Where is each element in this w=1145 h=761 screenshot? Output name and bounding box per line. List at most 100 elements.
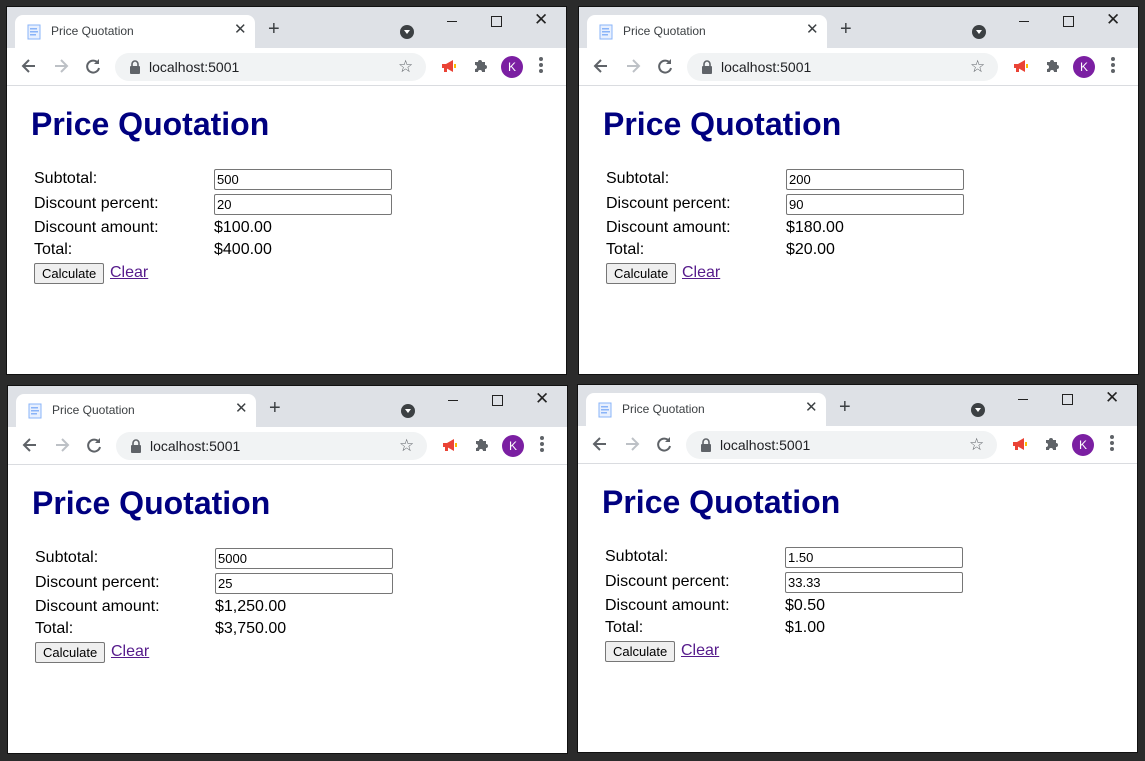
- page-favicon-icon: [598, 402, 612, 418]
- plus-icon[interactable]: +: [839, 397, 851, 417]
- subtotal-input[interactable]: [215, 548, 393, 569]
- total-value: $3,750.00: [215, 620, 287, 637]
- maximize-icon[interactable]: [492, 395, 503, 406]
- puzzle-icon[interactable]: [471, 56, 491, 76]
- star-icon[interactable]: ☆: [969, 435, 984, 455]
- subtotal-label: Subtotal:: [34, 170, 98, 187]
- url-text[interactable]: localhost:5001: [721, 59, 811, 75]
- star-icon[interactable]: ☆: [398, 57, 413, 77]
- tab-search-icon[interactable]: [400, 25, 414, 39]
- lock-icon[interactable]: [130, 439, 142, 453]
- browser-tab[interactable]: Price Quotation ✕: [16, 394, 256, 427]
- close-icon[interactable]: ✕: [806, 22, 819, 38]
- discount-percent-label: Discount percent:: [606, 195, 731, 212]
- forward-arrow-icon[interactable]: [622, 434, 642, 454]
- maximize-icon[interactable]: [1063, 16, 1074, 27]
- lock-icon[interactable]: [701, 60, 713, 74]
- star-icon[interactable]: ☆: [399, 436, 414, 456]
- tab-search-icon[interactable]: [972, 25, 986, 39]
- url-text[interactable]: localhost:5001: [149, 59, 239, 75]
- discount-percent-input[interactable]: [215, 573, 393, 594]
- browser-tab[interactable]: Price Quotation ✕: [15, 15, 255, 48]
- tab-search-icon[interactable]: [971, 403, 985, 417]
- discount-percent-input[interactable]: [785, 572, 963, 593]
- calculate-button[interactable]: Calculate: [34, 263, 105, 284]
- total-value: $1.00: [785, 619, 826, 636]
- plus-icon[interactable]: +: [268, 19, 280, 39]
- discount-percent-label: Discount percent:: [34, 195, 159, 212]
- clear-link[interactable]: Clear: [682, 264, 720, 282]
- back-arrow-icon[interactable]: [590, 434, 610, 454]
- close-icon[interactable]: ✕: [235, 401, 248, 417]
- megaphone-icon[interactable]: [439, 56, 459, 76]
- forward-arrow-icon[interactable]: [52, 435, 72, 455]
- lock-icon[interactable]: [700, 438, 712, 452]
- avatar[interactable]: K: [501, 56, 523, 78]
- forward-arrow-icon[interactable]: [51, 56, 71, 76]
- kebab-menu-icon[interactable]: [1109, 434, 1115, 454]
- puzzle-icon[interactable]: [1042, 434, 1062, 454]
- subtotal-input[interactable]: [214, 169, 392, 190]
- subtotal-label: Subtotal:: [605, 548, 669, 565]
- megaphone-icon[interactable]: [440, 435, 460, 455]
- kebab-menu-icon[interactable]: [538, 56, 544, 76]
- back-arrow-icon[interactable]: [591, 56, 611, 76]
- close-icon[interactable]: ✕: [534, 10, 548, 30]
- minimize-icon[interactable]: [1018, 399, 1028, 400]
- address-bar[interactable]: localhost:5001 ☆: [115, 53, 426, 81]
- minimize-icon[interactable]: [448, 400, 458, 401]
- address-bar[interactable]: localhost:5001 ☆: [116, 432, 427, 460]
- subtotal-input[interactable]: [786, 169, 964, 190]
- plus-icon[interactable]: +: [840, 19, 852, 39]
- clear-link[interactable]: Clear: [110, 264, 148, 282]
- kebab-menu-icon[interactable]: [539, 435, 545, 455]
- close-icon[interactable]: ✕: [234, 22, 247, 38]
- discount-percent-label: Discount percent:: [35, 574, 160, 591]
- star-icon[interactable]: ☆: [970, 57, 985, 77]
- maximize-icon[interactable]: [491, 16, 502, 27]
- maximize-icon[interactable]: [1062, 394, 1073, 405]
- close-icon[interactable]: ✕: [805, 400, 818, 416]
- back-arrow-icon[interactable]: [20, 435, 40, 455]
- discount-percent-label: Discount percent:: [605, 573, 730, 590]
- calculate-button[interactable]: Calculate: [605, 641, 676, 662]
- browser-tab[interactable]: Price Quotation ✕: [586, 393, 826, 426]
- close-icon[interactable]: ✕: [535, 389, 549, 409]
- clear-link[interactable]: Clear: [681, 642, 719, 660]
- clear-link[interactable]: Clear: [111, 643, 149, 661]
- puzzle-icon[interactable]: [1043, 56, 1063, 76]
- plus-icon[interactable]: +: [269, 398, 281, 418]
- reload-icon[interactable]: [84, 435, 104, 455]
- tab-strip: Price Quotation ✕ + ✕: [7, 7, 566, 48]
- url-text[interactable]: localhost:5001: [720, 437, 810, 453]
- page-favicon-icon: [28, 403, 42, 419]
- calculate-button[interactable]: Calculate: [35, 642, 106, 663]
- minimize-icon[interactable]: [1019, 21, 1029, 22]
- forward-arrow-icon[interactable]: [623, 56, 643, 76]
- close-icon[interactable]: ✕: [1105, 388, 1119, 408]
- discount-percent-input[interactable]: [214, 194, 392, 215]
- megaphone-icon[interactable]: [1010, 434, 1030, 454]
- url-text[interactable]: localhost:5001: [150, 438, 240, 454]
- close-icon[interactable]: ✕: [1106, 10, 1120, 30]
- reload-icon[interactable]: [655, 56, 675, 76]
- address-bar[interactable]: localhost:5001 ☆: [686, 431, 997, 459]
- avatar[interactable]: K: [1072, 434, 1094, 456]
- tab-search-icon[interactable]: [401, 404, 415, 418]
- megaphone-icon[interactable]: [1011, 56, 1031, 76]
- back-arrow-icon[interactable]: [19, 56, 39, 76]
- avatar[interactable]: K: [1073, 56, 1095, 78]
- calculate-button[interactable]: Calculate: [606, 263, 677, 284]
- kebab-menu-icon[interactable]: [1110, 56, 1116, 76]
- subtotal-input[interactable]: [785, 547, 963, 568]
- browser-tab[interactable]: Price Quotation ✕: [587, 15, 827, 48]
- reload-icon[interactable]: [654, 434, 674, 454]
- minimize-icon[interactable]: [447, 21, 457, 22]
- avatar[interactable]: K: [502, 435, 524, 457]
- reload-icon[interactable]: [83, 56, 103, 76]
- discount-percent-input[interactable]: [786, 194, 964, 215]
- puzzle-icon[interactable]: [472, 435, 492, 455]
- lock-icon[interactable]: [129, 60, 141, 74]
- address-bar[interactable]: localhost:5001 ☆: [687, 53, 998, 81]
- subtotal-label: Subtotal:: [35, 549, 99, 566]
